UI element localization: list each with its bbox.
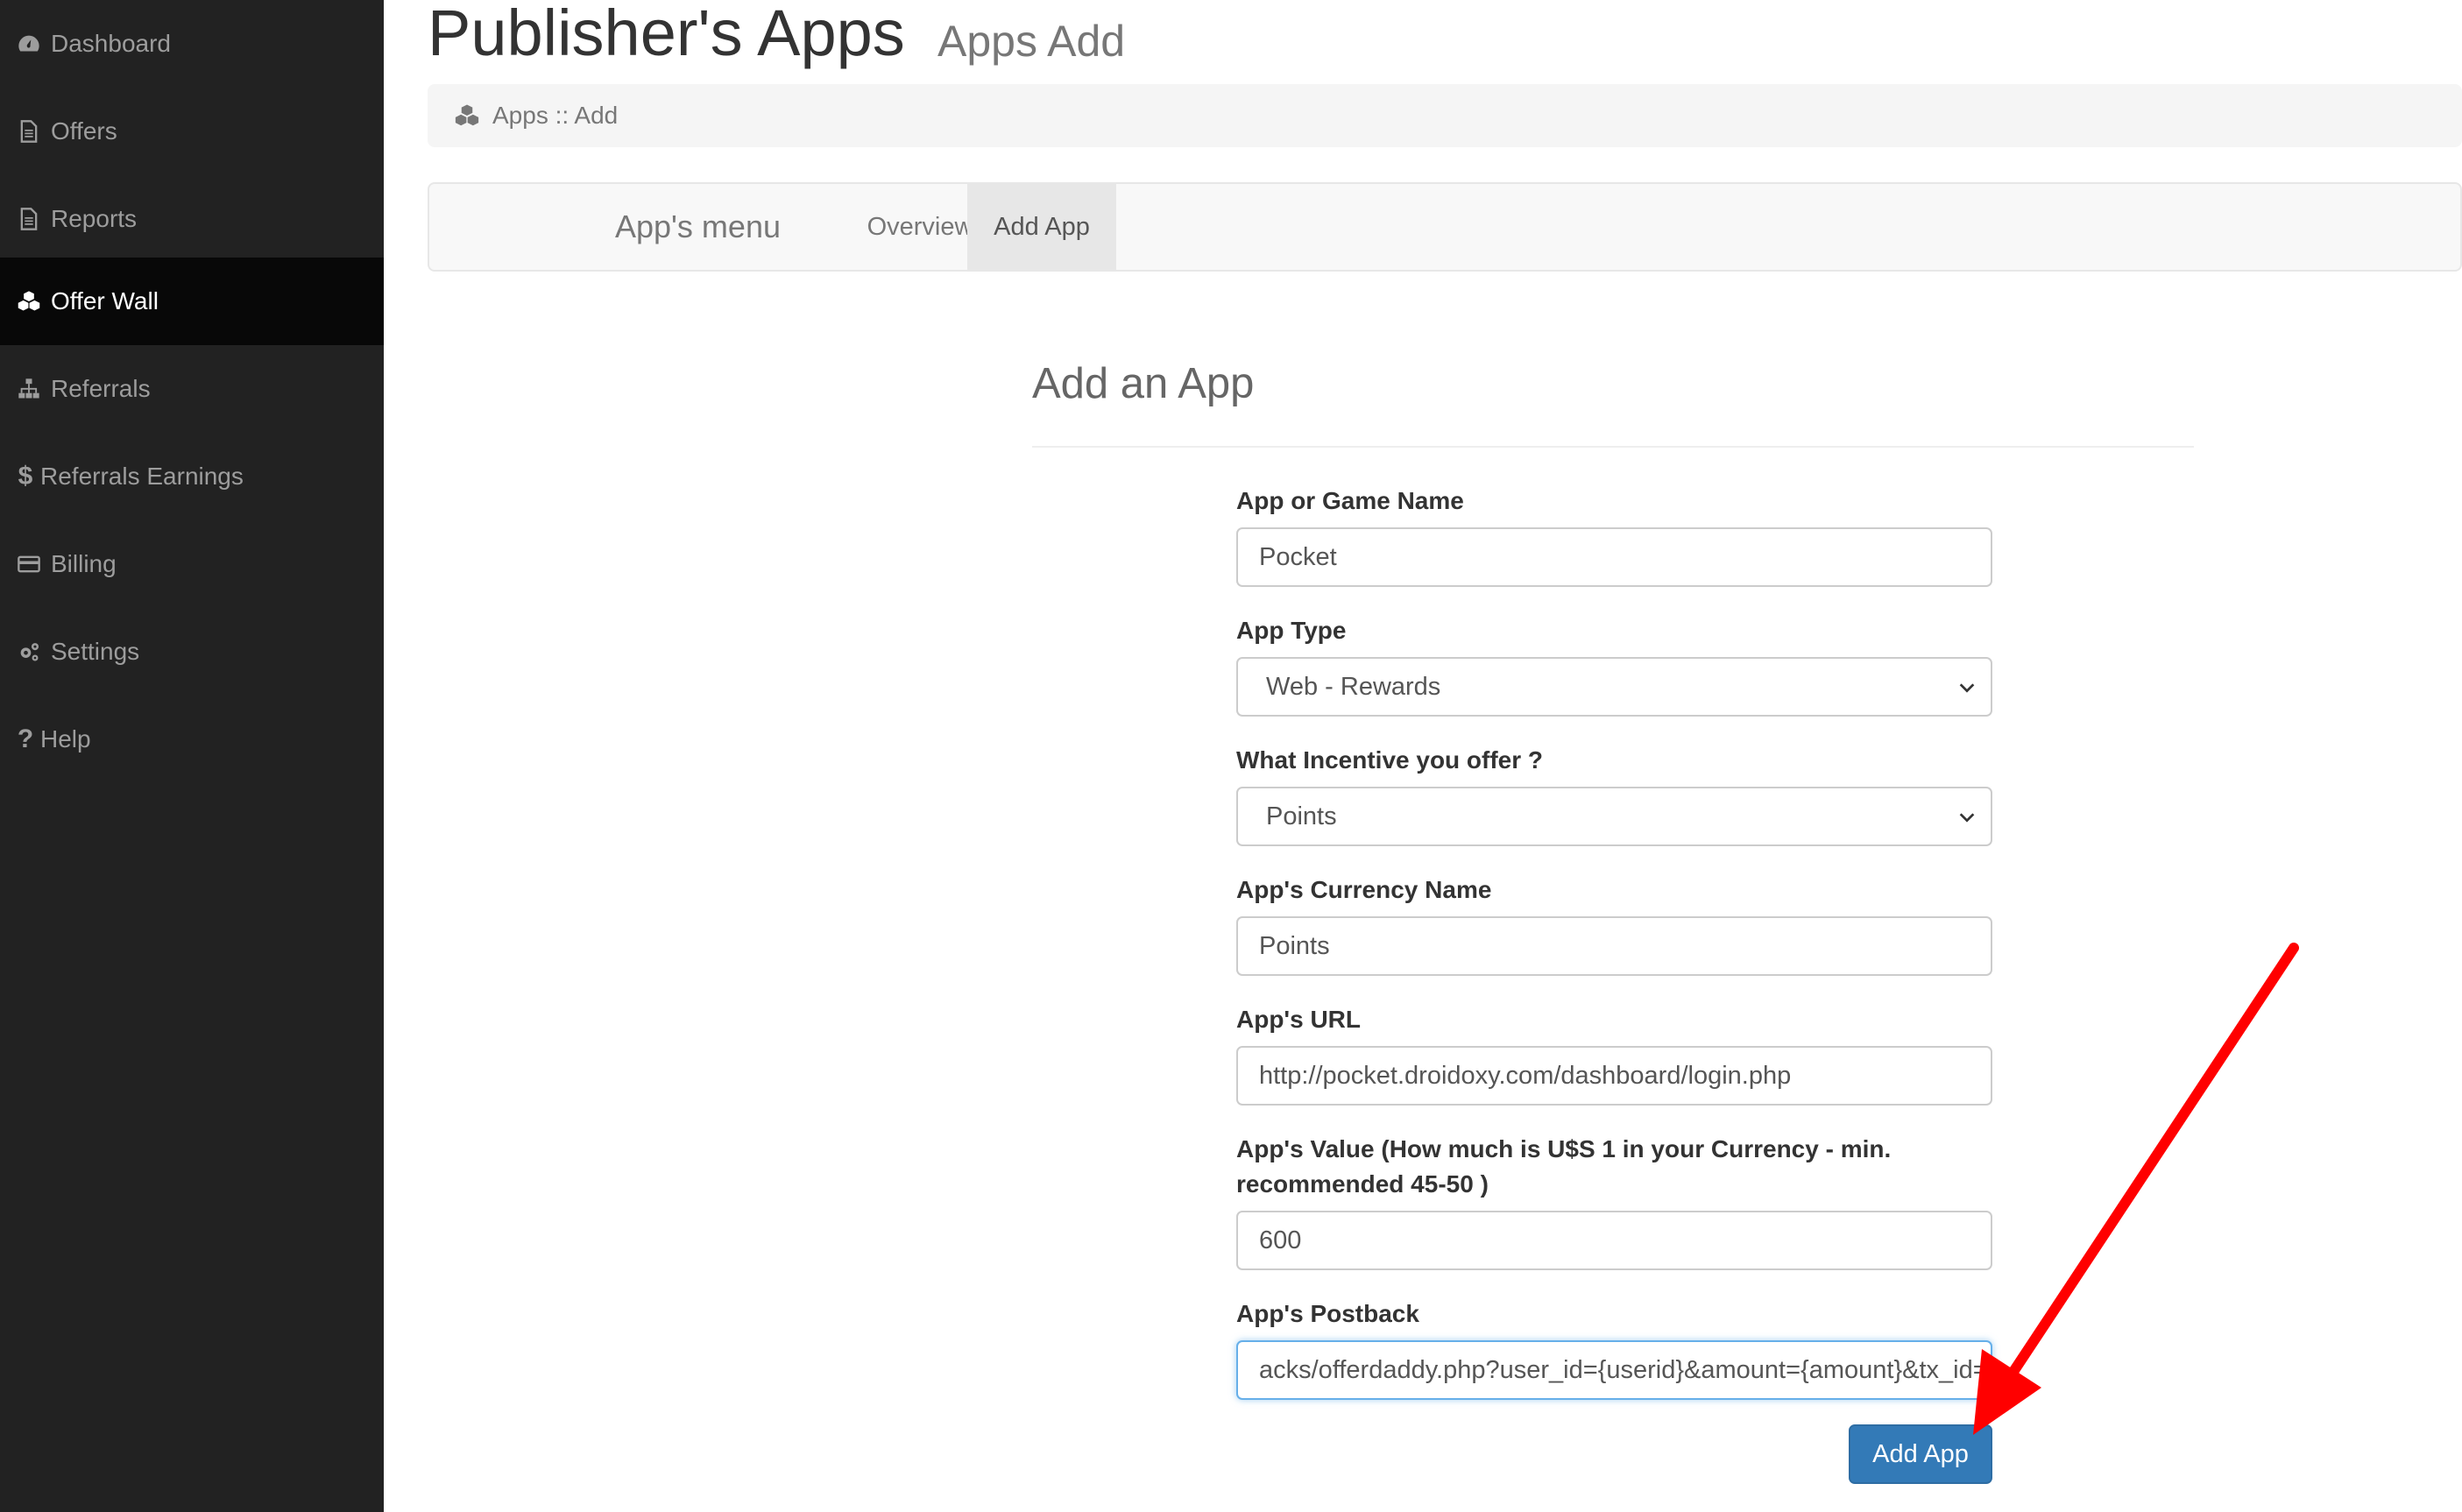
app-type-select[interactable]: Web - Rewards <box>1236 657 1992 717</box>
sidebar-item-dashboard[interactable]: Dashboard <box>0 0 384 88</box>
cubes-icon <box>452 102 482 129</box>
sitemap-icon <box>14 374 44 404</box>
divider <box>1032 446 2194 448</box>
sidebar-item-label: Billing <box>51 550 117 577</box>
credit-card-icon <box>14 549 44 579</box>
app-url-label: App's URL <box>1236 1006 1361 1033</box>
app-type-value: Web - Rewards <box>1266 672 1441 701</box>
question-icon: ? <box>17 724 34 753</box>
document-icon <box>14 204 44 234</box>
page-subtitle: Apps Add <box>937 17 1126 66</box>
sidebar-item-referrals[interactable]: Referrals <box>0 345 384 433</box>
postback-input[interactable]: acks/offerdaddy.php?user_id={userid}&amo… <box>1236 1340 1992 1400</box>
sidebar-item-label: Help <box>40 725 91 752</box>
sidebar-item-billing[interactable]: Billing <box>0 520 384 608</box>
app-value-input[interactable]: 600 <box>1236 1211 1992 1270</box>
sidebar-item-label: Reports <box>51 205 138 232</box>
postback-label: App's Postback <box>1236 1300 1419 1327</box>
incentive-label: What Incentive you offer ? <box>1236 746 1544 774</box>
sidebar-item-reports[interactable]: Reports <box>0 175 384 263</box>
sidebar-item-label: Offers <box>51 117 117 145</box>
app-name-input[interactable]: Pocket <box>1236 527 1992 587</box>
app-menu-navbar: App's menu Overview Add App <box>428 182 2462 272</box>
sidebar: Dashboard Offers Reports Offer Wall Refe… <box>0 0 384 1512</box>
currency-name-label: App's Currency Name <box>1236 876 1492 903</box>
dashboard-icon <box>14 29 44 59</box>
sidebar-item-help[interactable]: ? Help <box>0 696 384 783</box>
breadcrumb: Apps :: Add <box>428 84 2462 147</box>
chevron-down-icon <box>1959 813 1975 823</box>
sidebar-item-label: Dashboard <box>51 30 171 57</box>
arrow-shaft <box>2001 943 2299 1388</box>
incentive-value: Points <box>1266 802 1337 830</box>
cubes-icon <box>14 286 44 316</box>
navbar-brand[interactable]: App's menu <box>615 184 781 270</box>
breadcrumb-text: Apps :: Add <box>492 102 619 129</box>
sidebar-item-label: Settings <box>51 638 140 665</box>
currency-name-input[interactable]: Points <box>1236 916 1992 976</box>
app-value-label: App's Value (How much is U$S 1 in your C… <box>1236 1135 1892 1198</box>
cogs-icon <box>14 637 44 667</box>
sidebar-item-referrals-earnings[interactable]: $ Referrals Earnings <box>0 433 384 520</box>
sidebar-item-label: Offer Wall <box>51 287 159 314</box>
sidebar-item-label: Referrals Earnings <box>40 463 244 490</box>
sidebar-item-offers[interactable]: Offers <box>0 88 384 175</box>
dollar-icon: $ <box>18 462 33 491</box>
document-icon <box>14 117 44 146</box>
form-title: Add an App <box>1032 360 1255 407</box>
sidebar-item-settings[interactable]: Settings <box>0 608 384 696</box>
chevron-down-icon <box>1959 683 1975 693</box>
tab-add-app[interactable]: Add App <box>967 184 1116 270</box>
app-url-input[interactable]: http://pocket.droidoxy.com/dashboard/log… <box>1236 1046 1992 1106</box>
app-type-label: App Type <box>1236 617 1347 644</box>
page-title: Publisher's Apps <box>428 0 905 69</box>
add-app-button[interactable]: Add App <box>1849 1424 1992 1484</box>
sidebar-item-offer-wall[interactable]: Offer Wall <box>0 258 384 345</box>
app-name-label: App or Game Name <box>1236 487 1464 514</box>
sidebar-item-label: Referrals <box>51 375 151 402</box>
incentive-select[interactable]: Points <box>1236 787 1992 846</box>
